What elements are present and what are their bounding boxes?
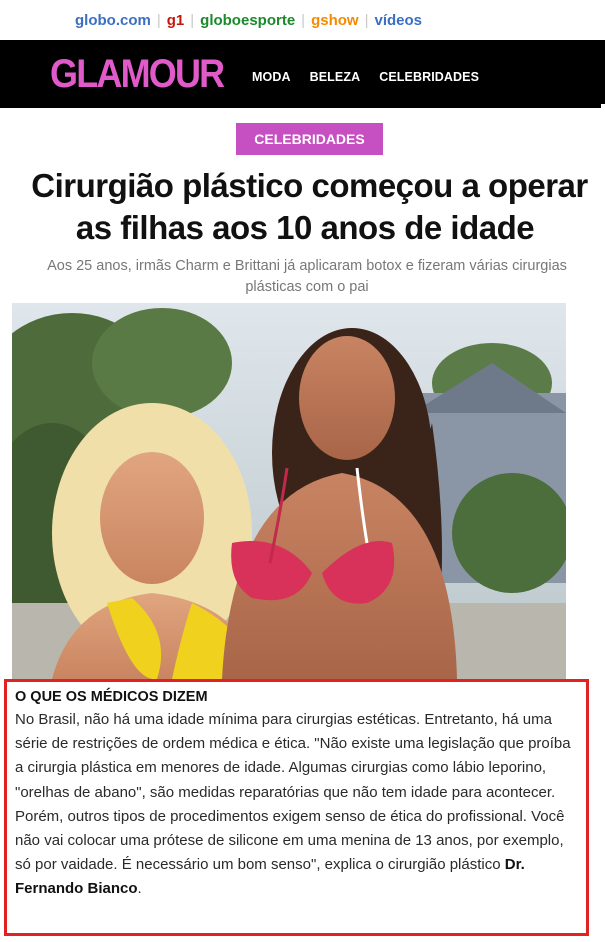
- doctors-box-title: O QUE OS MÉDICOS DIZEM: [15, 689, 208, 705]
- header-background: GLAMOUR MODA BELEZA CELEBRIDADES: [8, 40, 605, 104]
- separator: |: [301, 11, 306, 29]
- globo-com-link[interactable]: globo.com: [75, 12, 151, 29]
- separator: |: [156, 11, 161, 29]
- site-header: GLAMOUR MODA BELEZA CELEBRIDADES: [0, 40, 605, 108]
- separator: |: [190, 11, 195, 29]
- main-nav: MODA BELEZA CELEBRIDADES: [252, 70, 479, 84]
- glamour-logo[interactable]: GLAMOUR: [50, 52, 225, 97]
- category-badge[interactable]: CELEBRIDADES: [236, 123, 383, 155]
- subtitle-line-2: plásticas com o pai: [245, 279, 369, 295]
- headline-line-2: as filhas aos 10 anos de idade: [75, 209, 535, 246]
- end-period: .: [137, 880, 142, 898]
- article-photo: [12, 303, 566, 679]
- globoesporte-link[interactable]: globoesporte: [200, 12, 295, 29]
- nav-item-moda[interactable]: MODA: [252, 70, 291, 84]
- doctors-say-box: O QUE OS MÉDICOS DIZEM No Brasil, não há…: [4, 679, 589, 936]
- doctors-box-text: No Brasil, não há uma idade mínima para …: [15, 711, 571, 874]
- videos-link[interactable]: vídeos: [374, 12, 422, 29]
- separator: |: [364, 11, 369, 29]
- doctors-box-body: No Brasil, não há uma idade mínima para …: [15, 708, 578, 902]
- globo-network-bar: globo.com | g1 | globoesporte | gshow | …: [0, 0, 605, 40]
- g1-link[interactable]: g1: [167, 12, 185, 29]
- gshow-link[interactable]: gshow: [311, 12, 359, 29]
- article-headline: Cirurgião plástico começou a operar as f…: [0, 165, 605, 249]
- article-subtitle: Aos 25 anos, irmãs Charm e Brittani já a…: [12, 256, 602, 298]
- nav-item-beleza[interactable]: BELEZA: [310, 70, 361, 84]
- subtitle-line-1: Aos 25 anos, irmãs Charm e Brittani já a…: [47, 258, 567, 274]
- headline-line-1: Cirurgião plástico começou a operar: [31, 167, 588, 204]
- nav-item-celebridades[interactable]: CELEBRIDADES: [379, 70, 479, 84]
- photo-illustration: [12, 303, 566, 679]
